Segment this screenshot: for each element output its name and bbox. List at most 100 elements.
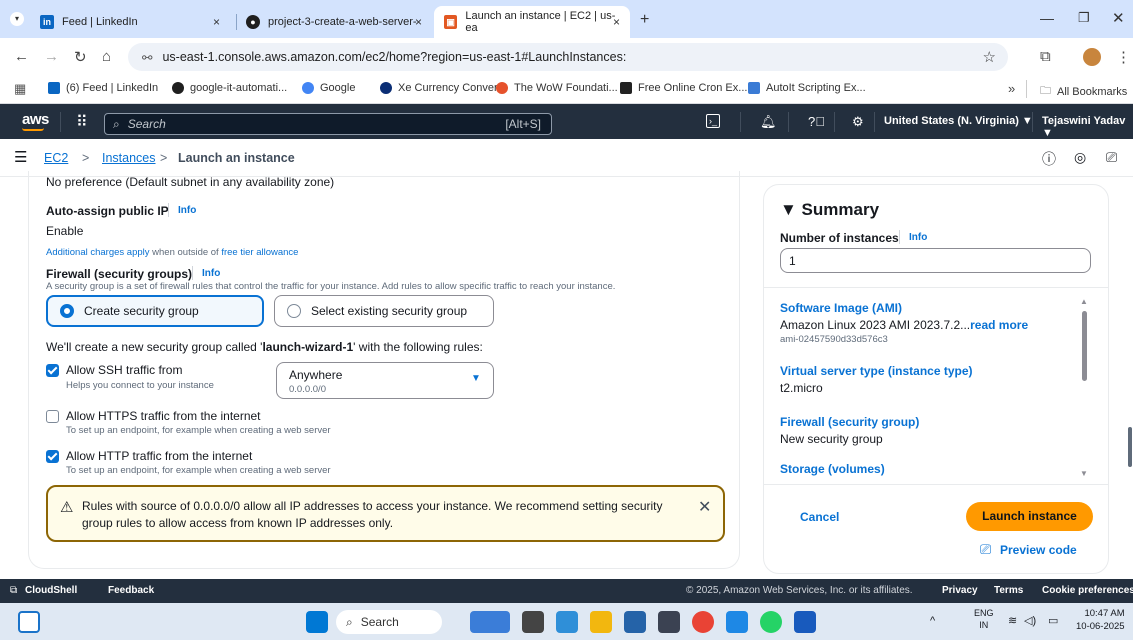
radio-unselected[interactable] [287,304,301,318]
cancel-button[interactable]: Cancel [800,510,839,524]
chrome-icon[interactable] [692,611,714,633]
account-menu[interactable]: Tejaswini Yadav ▼ [1042,115,1133,139]
ssh-source-select[interactable]: Anywhere 0.0.0.0/0 ▼ [276,362,494,399]
aws-logo[interactable]: aws [22,111,49,128]
feedback-link[interactable]: Feedback [108,585,154,596]
scroll-down-icon[interactable]: ▼ [1080,469,1088,478]
address-bar[interactable]: ⚯ us-east-1.console.aws.amazon.com/ec2/h… [128,43,1008,71]
feedback-icon[interactable]: ◎ [1074,149,1086,166]
services-grid-icon[interactable]: ⠿ [76,112,88,132]
language-indicator[interactable]: ENG IN [974,607,994,631]
instance-type-link[interactable]: Virtual server type (instance type) [780,364,973,378]
code-icon[interactable]: ⎚ [980,541,991,558]
privacy-link[interactable]: Privacy [942,585,978,596]
create-sg-note: We'll create a new security group called… [46,340,483,354]
cloudshell-link[interactable]: CloudShell [25,585,77,596]
clock[interactable]: 10:47 AM 10-06-2025 [1076,607,1125,633]
close-tab-icon[interactable]: × [613,15,620,29]
bookmark-linkedin[interactable]: (6) Feed | LinkedIn [48,82,158,94]
breadcrumb-ec2[interactable]: EC2 [44,151,68,165]
file-explorer-icon[interactable] [590,611,612,633]
bookmark-xe[interactable]: Xe Currency Conver... [380,82,506,94]
todo-icon[interactable] [726,611,748,633]
battery-icon[interactable]: ▭ [1048,614,1058,627]
code-preview-icon[interactable]: ⎚ [1106,149,1117,166]
firewall-info-link[interactable]: Info [202,268,220,279]
bookmark-github[interactable]: google-it-automati... [172,82,287,94]
window-close-icon[interactable]: ✕ [1112,9,1125,27]
storage-link[interactable]: Storage (volumes) [780,462,885,476]
preview-code-button[interactable]: Preview code [1000,543,1077,557]
dismiss-warning-icon[interactable]: ✕ [698,497,711,517]
profile-avatar[interactable] [1083,48,1101,66]
teams-icon[interactable] [556,611,578,633]
close-tab-icon[interactable]: × [415,15,422,29]
close-tab-icon[interactable]: × [213,15,220,29]
select-existing-security-group-option[interactable]: Select existing security group [274,295,494,327]
http-checkbox[interactable] [46,450,59,463]
tray-overflow-icon[interactable]: ^ [930,615,935,627]
volume-icon[interactable]: ◁) [1024,614,1036,627]
tab-ec2-launch[interactable]: ▣ Launch an instance | EC2 | us-ea × [434,6,630,38]
cookie-preferences-link[interactable]: Cookie preferences [1042,585,1133,596]
minimize-icon[interactable]: — [1040,10,1054,26]
forward-icon[interactable]: → [44,48,59,65]
help-icon[interactable]: ?⃝ [808,114,825,129]
create-security-group-option[interactable]: Create security group [46,295,264,327]
app-icon[interactable] [658,611,680,633]
store-icon[interactable] [624,611,646,633]
weather-widget-icon[interactable] [470,611,510,633]
summary-title[interactable]: ▼ Summary [780,200,879,220]
https-checkbox[interactable] [46,410,59,423]
wifi-icon[interactable]: ≋ [1008,614,1017,627]
summary-scrollbar[interactable] [1082,311,1087,381]
bookmark-google[interactable]: Google [302,82,355,94]
num-instances-info-link[interactable]: Info [909,232,927,243]
ami-link[interactable]: Software Image (AMI) [780,301,902,315]
radio-selected[interactable] [60,304,74,318]
tab-linkedin[interactable]: in Feed | LinkedIn × [30,6,230,38]
back-icon[interactable]: ← [14,48,29,65]
apps-grid-icon[interactable]: ▦ [14,81,26,97]
page-scrollbar[interactable] [1128,427,1132,467]
tab-github[interactable]: ● project-3-create-a-web-server- × [236,6,432,38]
menu-icon[interactable]: ⋮ [1116,48,1131,66]
settings-gear-icon[interactable]: ⚙ [852,114,864,130]
url-text[interactable]: us-east-1.console.aws.amazon.com/ec2/hom… [162,50,626,64]
bookmark-cron[interactable]: Free Online Cron Ex... [620,82,747,94]
num-instances-input[interactable]: 1 [780,248,1091,273]
taskbar-search[interactable]: ⌕ Search [336,610,442,634]
reload-icon[interactable]: ↻ [74,48,87,66]
windows-start-icon[interactable] [306,611,328,633]
home-icon[interactable]: ⌂ [102,48,111,65]
bookmark-wow[interactable]: The WoW Foundati... [496,82,618,94]
breadcrumb-instances[interactable]: Instances [102,151,156,165]
extensions-icon[interactable]: ⧉ [1040,48,1051,65]
more-bookmarks-button[interactable]: » [1008,81,1015,96]
site-info-icon[interactable]: ⚯ [142,50,152,65]
bookmark-autoit[interactable]: AutoIt Scripting Ex... [748,82,866,94]
auto-assign-info-link[interactable]: Info [178,205,196,216]
cloudshell-footer-icon[interactable]: ⧉ [10,585,17,596]
whatsapp-icon[interactable] [760,611,782,633]
new-tab-button[interactable]: + [640,11,649,29]
tab-search-icon[interactable]: ▾ [10,12,24,26]
launch-instance-button[interactable]: Launch instance [966,502,1093,531]
widgets-icon[interactable] [18,611,40,633]
region-selector[interactable]: United States (N. Virginia) ▼ [884,115,1033,127]
ssh-label: Allow SSH traffic from [66,363,183,377]
firewall-summary-link[interactable]: Firewall (security group) [780,415,919,429]
restore-icon[interactable]: ❐ [1078,10,1090,26]
hamburger-menu-icon[interactable]: ☰ [14,148,27,166]
terms-link[interactable]: Terms [994,585,1023,596]
info-circle-icon[interactable]: ⓘ [1042,149,1056,169]
bookmark-star-icon[interactable]: ☆ [983,48,996,66]
ssh-checkbox[interactable] [46,364,59,377]
notifications-bell-icon[interactable]: 🔔︎ [760,114,777,130]
all-bookmarks[interactable]: 🗀 All Bookmarks [1040,82,1127,101]
scroll-up-icon[interactable]: ▲ [1080,297,1088,306]
aws-search-input[interactable]: ⌕ Search [Alt+S] [104,113,552,135]
word-icon[interactable] [794,611,816,633]
task-view-icon[interactable] [522,611,544,633]
cloudshell-icon[interactable]: ›_ [706,114,720,128]
